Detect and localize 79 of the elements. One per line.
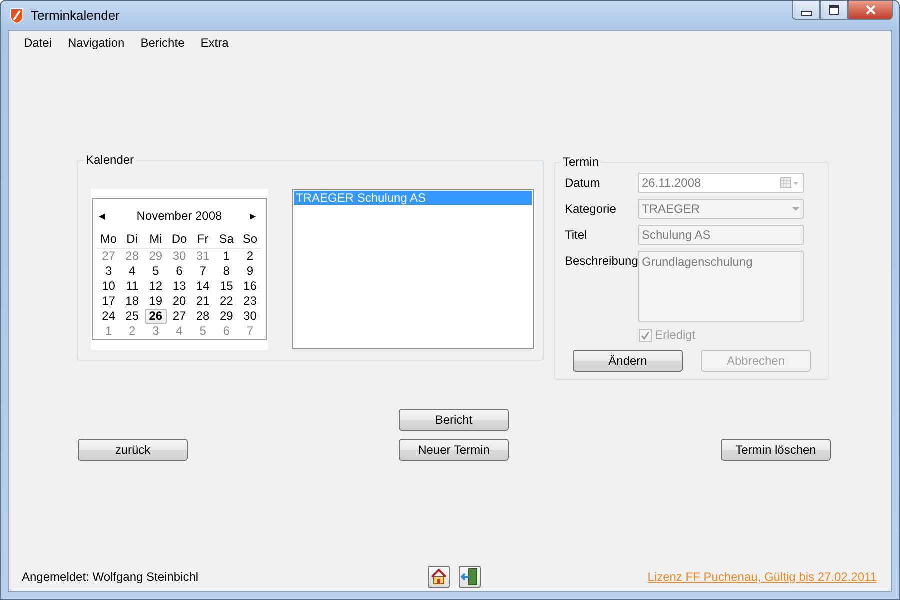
calendar-day[interactable]: 15 (216, 279, 238, 294)
calendar-day[interactable]: 29 (216, 309, 238, 324)
calendar-dropdown-icon (780, 177, 800, 189)
calendar-day[interactable]: 7 (192, 264, 214, 279)
checkbox-label: Erledigt (655, 328, 696, 342)
calendar-day[interactable]: 8 (216, 264, 238, 279)
menu-item[interactable]: Datei (16, 35, 60, 53)
calendar-day[interactable]: 4 (168, 324, 190, 339)
calendar-day[interactable]: 23 (239, 294, 261, 309)
calendar-day[interactable]: 27 (98, 249, 120, 264)
calendar-day[interactable]: 3 (98, 264, 120, 279)
menu-item[interactable]: Extra (192, 35, 237, 53)
month-title: November 2008 (136, 208, 224, 222)
calendar-day[interactable]: 24 (98, 309, 120, 324)
calendar-day[interactable]: 5 (145, 264, 167, 279)
calendar-day[interactable]: 2 (122, 324, 144, 339)
calendar-day[interactable]: 17 (98, 294, 120, 309)
field-label: Kategorie (565, 201, 618, 218)
calendar-day[interactable]: 13 (168, 279, 190, 294)
calendar-day[interactable]: 30 (168, 249, 190, 264)
calendar-day[interactable]: 29 (145, 249, 167, 264)
calendar-day[interactable]: 14 (192, 279, 214, 294)
field-label: Datum (565, 175, 602, 192)
weekday-label: So (238, 232, 262, 249)
calendar-day[interactable]: 3 (145, 324, 167, 339)
calendar-day[interactable]: 30 (239, 309, 261, 324)
calendar-day[interactable]: 1 (98, 324, 120, 339)
exit-button[interactable] (459, 566, 481, 588)
report-button[interactable]: Bericht (399, 409, 509, 431)
calendar-day[interactable]: 28 (192, 309, 214, 324)
dropdown-arrow-icon (792, 206, 800, 212)
calendar-day[interactable]: 22 (216, 294, 238, 309)
field-label: Titel (565, 227, 588, 244)
calendar-day[interactable]: 21 (192, 294, 214, 309)
close-button[interactable] (848, 1, 893, 20)
calendar-day[interactable]: 20 (168, 294, 190, 309)
calendar-day[interactable]: 16 (239, 279, 261, 294)
home-button[interactable] (428, 566, 450, 588)
calendar-day[interactable]: 5 (192, 324, 214, 339)
back-button[interactable]: zurück (78, 439, 188, 461)
calendar-day[interactable]: 6 (216, 324, 238, 339)
calendar-day[interactable]: 1 (216, 249, 238, 264)
calendar-day[interactable]: 19 (145, 294, 167, 309)
menu-item[interactable]: Berichte (132, 35, 193, 53)
calendar-day[interactable]: 26 (145, 309, 167, 324)
previous-month-button[interactable]: ◂ (99, 208, 109, 222)
calendar-day[interactable]: 28 (122, 249, 144, 264)
next-month-button[interactable]: ▸ (250, 208, 260, 222)
field-label: Beschreibung (565, 253, 638, 270)
group-title: Termin (562, 155, 600, 169)
weekday-label: Mo (97, 232, 121, 249)
calendar-day[interactable]: 10 (98, 279, 120, 294)
calendar-day[interactable]: 2 (239, 249, 261, 264)
weekday-label: Di (120, 232, 144, 249)
maximize-button[interactable] (820, 1, 848, 20)
change-button[interactable]: Ändern (573, 350, 683, 372)
weekday-label: Fr (191, 232, 215, 249)
calendar-day[interactable]: 6 (168, 264, 190, 279)
calendar-day[interactable]: 25 (122, 309, 144, 324)
minimize-button[interactable] (792, 1, 820, 20)
weekday-label: Sa (214, 232, 238, 249)
calendar-day[interactable]: 12 (145, 279, 167, 294)
calendar-day[interactable]: 9 (239, 264, 261, 279)
weekday-label: Do (168, 232, 192, 249)
calendar-day[interactable]: 4 (122, 264, 144, 279)
calendar-day[interactable]: 7 (239, 324, 261, 339)
calendar-day[interactable]: 27 (168, 309, 190, 324)
app-icon (9, 8, 25, 24)
new-appointment-button[interactable]: Neuer Termin (399, 439, 509, 461)
calendar-day[interactable]: 31 (192, 249, 214, 264)
group-title: Kalender (85, 153, 136, 167)
window-title: Terminkalender (31, 8, 120, 23)
logged-in-user: Angemeldet: Wolfgang Steinbichl (22, 570, 200, 584)
calendar-day[interactable]: 11 (122, 279, 144, 294)
weekday-label: Mi (144, 232, 168, 249)
close-icon (864, 5, 876, 15)
delete-appointment-button[interactable]: Termin löschen (721, 439, 831, 461)
calendar-day[interactable]: 18 (122, 294, 144, 309)
menu-item[interactable]: Navigation (60, 35, 133, 53)
